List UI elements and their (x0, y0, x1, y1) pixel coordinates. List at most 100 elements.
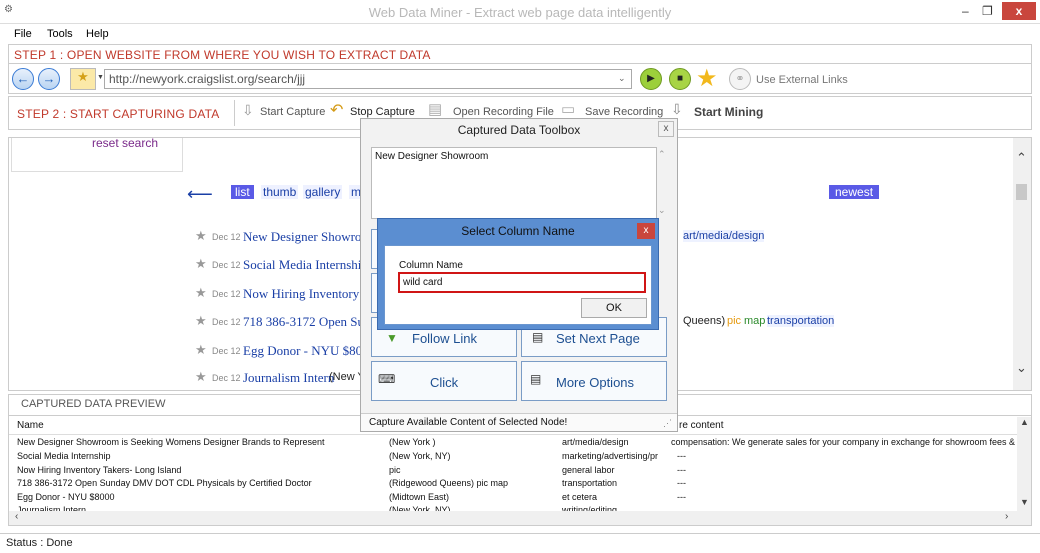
set-next-page-label: Set Next Page (556, 331, 640, 346)
window-title: Web Data Miner - Extract web page data i… (368, 5, 672, 20)
table-cell: --- (677, 478, 686, 488)
stop-capture-button[interactable]: Stop Capture (350, 106, 415, 118)
resize-grip-icon[interactable]: ⋰ (663, 418, 672, 429)
listing-tags[interactable]: transportation (767, 315, 835, 327)
options-icon: ▤ (530, 372, 542, 386)
restore-button[interactable]: ❐ (982, 4, 993, 18)
table-cell: compensation: We generate sales for your… (671, 437, 1032, 447)
follow-link-label: Follow Link (412, 331, 478, 346)
favorite-star-icon[interactable]: ★ (195, 369, 207, 385)
status-bar: Status : Done (0, 533, 1040, 553)
open-recording-button[interactable]: Open Recording File (453, 106, 554, 118)
star-icon[interactable]: ★ (696, 64, 718, 93)
url-dropdown-icon[interactable]: ⌄ (618, 73, 626, 84)
dialog-close-button[interactable]: x (637, 223, 655, 239)
stop-icon[interactable]: ■ (669, 68, 691, 90)
scroll-right-icon[interactable]: › (1005, 511, 1008, 522)
favorite-star-icon[interactable]: ★ (195, 285, 207, 301)
captured-text-area[interactable]: New Designer Showroom (371, 147, 657, 219)
more-options-button[interactable]: ▤ More Options (521, 361, 667, 401)
scroll-up-icon[interactable]: ⌃ (1016, 150, 1027, 166)
column-header-content[interactable]: re content (679, 420, 723, 431)
view-thumb[interactable]: thumb (261, 185, 299, 199)
table-cell: 718 386-3172 Open Sunday DMV DOT CDL Phy… (17, 478, 312, 488)
click-button[interactable]: ⌨ Click (371, 361, 517, 401)
scroll-down-icon[interactable]: ▼ (1020, 497, 1029, 507)
table-cell: New Designer Showroom is Seeking Womens … (17, 437, 325, 447)
scroll-thumb[interactable] (1016, 184, 1027, 200)
start-mining-icon: ⇩ (671, 101, 683, 117)
title-bar: ⚙ Web Data Miner - Extract web page data… (0, 0, 1040, 24)
menu-tools[interactable]: Tools (47, 28, 73, 40)
step1-label: STEP 1 : OPEN WEBSITE FROM WHERE YOU WIS… (14, 48, 431, 62)
table-cell: (Midtown East) (389, 492, 450, 502)
menu-file[interactable]: File (14, 28, 32, 40)
table-cell: Egg Donor - NYU $8000 (17, 492, 115, 502)
menu-help[interactable]: Help (86, 28, 109, 40)
listing-title[interactable]: Social Media Internship (243, 257, 368, 273)
toolbox-titlebar[interactable]: Captured Data Toolbox x (361, 119, 677, 141)
click-label: Click (430, 375, 459, 390)
play-icon[interactable]: ▶ (640, 68, 662, 90)
listing-tags[interactable]: art/media/design (683, 230, 765, 242)
url-input[interactable]: http://newyork.craigslist.org/search/jjj (104, 69, 632, 89)
scroll-up-icon[interactable]: ⌃ (658, 149, 666, 160)
stop-capture-icon: ↶ (330, 102, 344, 119)
reset-search-link[interactable]: reset search (92, 138, 158, 150)
listing-title[interactable]: Journalism Intern (243, 370, 334, 386)
forward-button[interactable]: → (38, 68, 60, 90)
preview-scrollbar[interactable]: ▲ ▼ (1017, 417, 1031, 511)
favorite-star-icon[interactable]: ★ (195, 256, 207, 272)
browser-scrollbar[interactable]: ⌃ ⌄ (1013, 138, 1031, 390)
scroll-down-icon[interactable]: ⌄ (1016, 360, 1027, 376)
minimize-button[interactable]: – (962, 4, 969, 18)
table-cell: Social Media Internship (17, 451, 111, 461)
follow-link-icon: ▼ (386, 331, 398, 345)
scroll-up-icon[interactable]: ▲ (1020, 417, 1029, 427)
column-name-input[interactable]: wild card (398, 272, 646, 293)
step2-label: STEP 2 : START CAPTURING DATA (17, 107, 220, 121)
listing-pic[interactable]: pic (727, 315, 741, 327)
table-cell: --- (677, 451, 686, 461)
status-text: Status : Done (6, 537, 73, 549)
view-list[interactable]: list (231, 185, 254, 199)
table-cell: (Ridgewood Queens) pic map (389, 478, 509, 488)
more-options-label: More Options (556, 375, 635, 390)
back-button[interactable]: ← (12, 68, 34, 90)
toolbox-close-button[interactable]: x (658, 121, 674, 137)
favorite-star-icon[interactable]: ★ (195, 342, 207, 358)
listing-map[interactable]: map (744, 315, 765, 327)
captured-text: New Designer Showroom (375, 151, 489, 162)
close-window-button[interactable]: x (1002, 2, 1036, 20)
use-external-links[interactable]: Use External Links (756, 74, 848, 86)
start-capture-button[interactable]: Start Capture (260, 106, 325, 118)
sort-newest[interactable]: newest (829, 185, 880, 199)
favorite-star-icon[interactable]: ★ (195, 228, 207, 244)
start-mining-button[interactable]: Start Mining (694, 105, 763, 119)
link-icon[interactable]: ⚭ (729, 68, 751, 90)
column-name-label: Column Name (399, 260, 463, 271)
listing-title[interactable]: Egg Donor - NYU $800 (243, 343, 369, 359)
listing-date: Dec 12 (212, 232, 241, 242)
scroll-left-icon[interactable]: ‹ (15, 511, 18, 522)
preview-header: CAPTURED DATA PREVIEW (21, 398, 166, 410)
favorites-icon[interactable]: ★ (70, 68, 96, 90)
save-recording-button[interactable]: Save Recording (585, 106, 663, 118)
listing-title[interactable]: 718 386-3172 Open Su (243, 314, 364, 330)
scroll-down-icon[interactable]: ⌄ (658, 205, 666, 216)
prev-arrow-icon[interactable]: ⟵ (187, 184, 213, 205)
favorites-dropdown-icon[interactable]: ▼ (97, 74, 104, 81)
horizontal-scrollbar[interactable]: ‹ › (9, 511, 1031, 525)
ok-button[interactable]: OK (581, 298, 647, 318)
table-cell: (New York, NY) (389, 451, 451, 461)
table-cell: pic (389, 465, 401, 475)
open-recording-icon: ▤ (428, 101, 443, 118)
next-page-icon: ▤ (532, 330, 544, 344)
view-gallery[interactable]: gallery (303, 185, 343, 199)
column-header-name[interactable]: Name (17, 420, 44, 431)
listing-title[interactable]: Now Hiring Inventory T (243, 286, 370, 302)
favorite-star-icon[interactable]: ★ (195, 313, 207, 329)
save-recording-icon: ▭ (561, 101, 576, 118)
table-cell: art/media/design (562, 437, 629, 447)
listing-title[interactable]: New Designer Showroo (243, 229, 368, 245)
